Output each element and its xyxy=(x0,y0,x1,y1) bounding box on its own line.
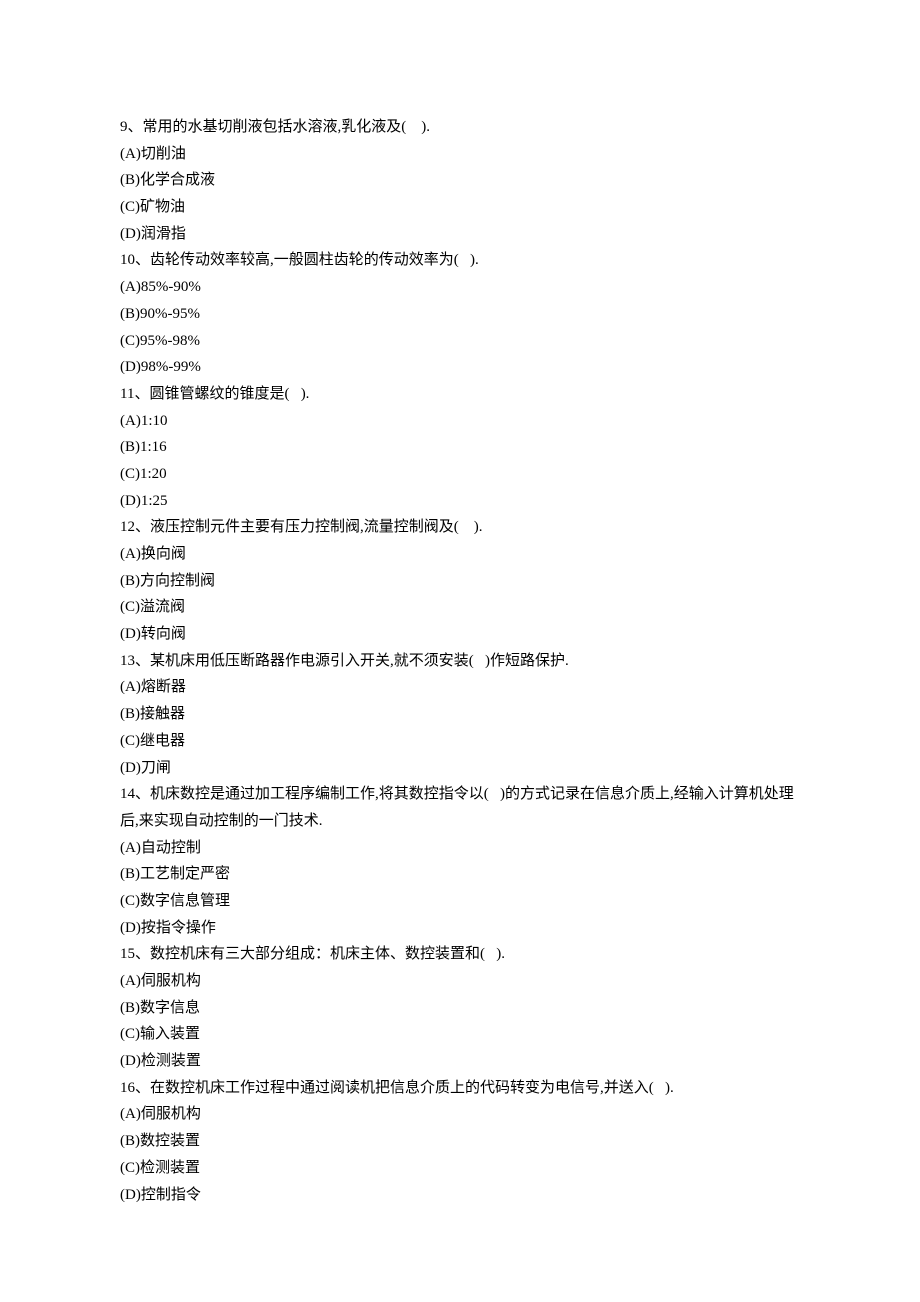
question-option: (A)换向阀 xyxy=(120,541,800,568)
question-option: (A)切削油 xyxy=(120,141,800,168)
question-option: (C)95%-98% xyxy=(120,328,800,355)
question-option: (A)伺服机构 xyxy=(120,968,800,995)
question-option: (D)1:25 xyxy=(120,488,800,515)
question-option: (C)输入装置 xyxy=(120,1021,800,1048)
question-prompt: 16、在数控机床工作过程中通过阅读机把信息介质上的代码转变为电信号,并送入( )… xyxy=(120,1075,800,1102)
question-option: (A)自动控制 xyxy=(120,835,800,862)
question-prompt: 15、数控机床有三大部分组成：机床主体、数控装置和( ). xyxy=(120,941,800,968)
question-option: (B)数控装置 xyxy=(120,1128,800,1155)
question-option: (D)按指令操作 xyxy=(120,915,800,942)
question-option: (A)熔断器 xyxy=(120,674,800,701)
question-option: (D)刀闸 xyxy=(120,755,800,782)
question-option: (D)98%-99% xyxy=(120,354,800,381)
question-option: (C)检测装置 xyxy=(120,1155,800,1182)
question-option: (C)1:20 xyxy=(120,461,800,488)
question-option: (D)控制指令 xyxy=(120,1182,800,1209)
question-option: (B)接触器 xyxy=(120,701,800,728)
question-option: (A)1:10 xyxy=(120,408,800,435)
question-option: (A)85%-90% xyxy=(120,274,800,301)
page-content: 9、常用的水基切削液包括水溶液,乳化液及( ). (A)切削油 (B)化学合成液… xyxy=(0,0,920,1302)
question-option: (B)数字信息 xyxy=(120,995,800,1022)
question-prompt: 12、液压控制元件主要有压力控制阀,流量控制阀及( ). xyxy=(120,514,800,541)
question-option: (D)润滑指 xyxy=(120,221,800,248)
question-prompt: 10、齿轮传动效率较高,一般圆柱齿轮的传动效率为( ). xyxy=(120,247,800,274)
question-option: (B)方向控制阀 xyxy=(120,568,800,595)
question-option: (B)90%-95% xyxy=(120,301,800,328)
question-prompt: 11、圆锥管螺纹的锥度是( ). xyxy=(120,381,800,408)
question-prompt: 14、机床数控是通过加工程序编制工作,将其数控指令以( )的方式记录在信息介质上… xyxy=(120,781,800,834)
question-option: (B)化学合成液 xyxy=(120,167,800,194)
question-option: (D)转向阀 xyxy=(120,621,800,648)
question-option: (B)工艺制定严密 xyxy=(120,861,800,888)
question-prompt: 13、某机床用低压断路器作电源引入开关,就不须安装( )作短路保护. xyxy=(120,648,800,675)
question-option: (D)检测装置 xyxy=(120,1048,800,1075)
question-option: (C)溢流阀 xyxy=(120,594,800,621)
question-option: (C)数字信息管理 xyxy=(120,888,800,915)
question-prompt: 9、常用的水基切削液包括水溶液,乳化液及( ). xyxy=(120,114,800,141)
question-option: (C)继电器 xyxy=(120,728,800,755)
question-option: (C)矿物油 xyxy=(120,194,800,221)
question-option: (A)伺服机构 xyxy=(120,1101,800,1128)
question-option: (B)1:16 xyxy=(120,434,800,461)
